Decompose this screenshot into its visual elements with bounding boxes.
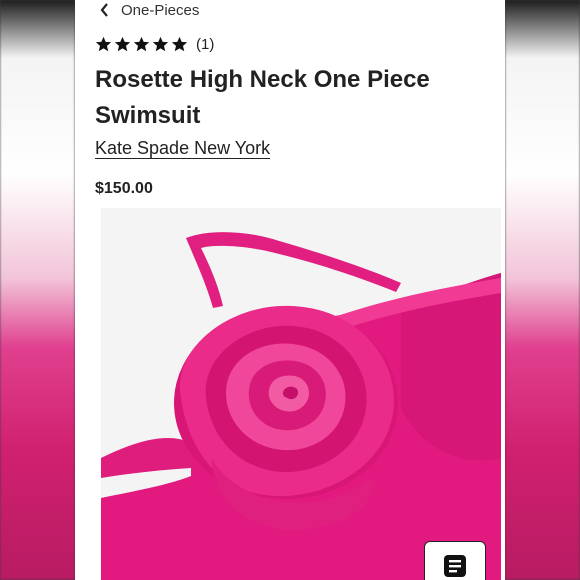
product-price: $150.00 [95,180,153,197]
product-title: Rosette High Neck One Piece Swimsuit [95,66,430,129]
star-icon [152,36,169,52]
document-list-icon [442,554,468,580]
details-button[interactable] [424,541,486,580]
breadcrumb-label: One-Pieces [121,1,200,19]
product-page: One-Pieces (1) Rosette High Neck One Pie… [75,0,505,580]
star-icon [133,36,150,52]
chevron-left-icon [97,2,113,18]
blurred-background-left [0,0,75,580]
star-icon [171,36,188,52]
rating[interactable]: (1) [95,36,214,53]
star-rating [95,36,188,53]
star-icon [114,36,131,52]
product-image[interactable] [101,208,501,580]
brand-link[interactable]: Kate Spade New York [95,138,270,159]
blurred-background-right [505,0,580,580]
star-icon [95,36,112,52]
review-count: (1) [196,36,215,53]
breadcrumb[interactable]: One-Pieces [97,0,199,20]
